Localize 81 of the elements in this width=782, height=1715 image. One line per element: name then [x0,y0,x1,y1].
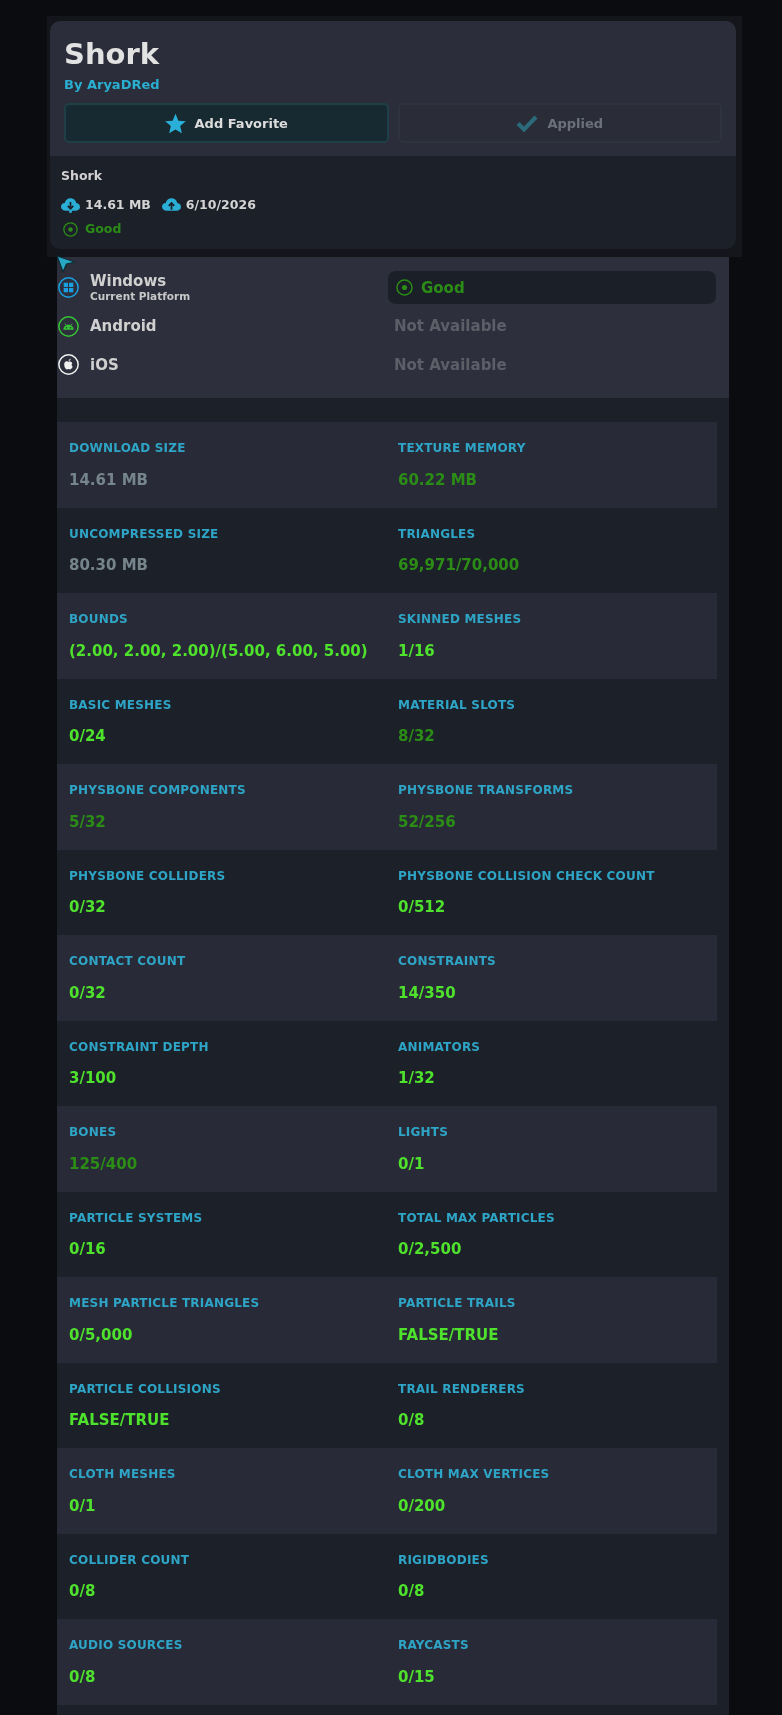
circle-dot-icon [63,221,78,237]
stat-value: 0/1 [398,1153,425,1174]
platform-subtitle: Current Platform [90,290,191,303]
stat-value: 60.22 MB [398,469,478,490]
stat-label: BOUNDS [69,611,128,628]
stat-label: UNCOMPRESSED SIZE [69,525,219,543]
stat-label: LIGHTS [398,1124,449,1141]
stat-label: TRIANGLES [398,525,476,543]
stat-value: 0/5,000 [69,1324,133,1345]
stat-label: MATERIAL SLOTS [398,696,516,714]
cursor-icon [56,255,76,273]
stat-label: PARTICLE COLLISIONS [69,1380,221,1398]
stat-value: 0/8 [398,1410,425,1430]
stat-value: 0/32 [69,897,106,917]
check-icon [516,114,539,132]
stat-label: BONES [69,1124,117,1141]
stat-label: TEXTURE MEMORY [398,440,526,457]
stat-label: SKINNED MESHES [398,611,522,628]
stat-value: 1/16 [398,640,435,661]
stat-label: BASIC MESHES [69,696,172,714]
stat-label: COLLIDER COUNT [69,1551,190,1569]
stat-label: PHYSBONE COLLISION CHECK COUNT [398,867,655,885]
stat-label: CLOTH MESHES [69,1466,176,1483]
upload-date: 6/10/2026 [185,196,256,214]
rating-text: Good [85,220,122,238]
stat-value: 1/32 [398,1068,435,1088]
author-link[interactable]: By AryaDRed [64,76,160,94]
stat-label: AUDIO SOURCES [69,1637,183,1654]
stat-value: 0/1 [69,1495,96,1516]
windows-icon [58,277,79,298]
stat-value: 14/350 [398,982,456,1003]
favorite-button[interactable]: Add Favorite [64,103,389,143]
stat-value: 80.30 MB [69,555,149,575]
stat-value: FALSE/TRUE [398,1324,499,1345]
stat-label: PARTICLE TRAILS [398,1295,516,1312]
stat-value: 0/16 [69,1239,106,1259]
platform-name: Android [90,317,157,335]
stat-value: 69,971/70,000 [398,555,520,575]
stat-value: 0/8 [398,1581,425,1601]
stat-label: TOTAL MAX PARTICLES [398,1209,555,1227]
download-size: 14.61 MB [85,196,151,214]
stat-label: CONTACT COUNT [69,953,186,970]
cloud-download-icon [61,197,80,213]
stat-label: TRAIL RENDERERS [398,1380,525,1398]
circle-dot-icon [396,279,413,296]
stat-value: 0/32 [69,982,106,1003]
stat-label: CLOTH MAX VERTICES [398,1466,550,1483]
version-name: Shork [61,167,102,185]
stat-value: 3/100 [69,1068,117,1088]
stat-value: FALSE/TRUE [69,1410,170,1430]
stat-value: 0/8 [69,1666,96,1687]
cloud-upload-icon [161,197,181,213]
stat-value: 0/15 [398,1666,435,1687]
stat-label: PARTICLE SYSTEMS [69,1209,203,1227]
stat-label: PHYSBONE COMPONENTS [69,782,246,799]
stat-value: 0/24 [69,726,106,746]
apple-icon [58,354,79,375]
stat-value: 14.61 MB [69,469,149,490]
stat-label: DOWNLOAD SIZE [69,440,186,457]
stat-label: ANIMATORS [398,1038,481,1056]
stat-value: (2.00, 2.00, 2.00)/(5.00, 6.00, 5.00) [69,640,368,661]
stat-label: RIGIDBODIES [398,1551,489,1569]
stat-value: 5/32 [69,811,106,832]
stat-label: PHYSBONE TRANSFORMS [398,782,574,799]
stat-value: 0/8 [69,1581,96,1601]
stat-value: 8/32 [398,726,435,746]
platform-name: iOS [90,355,119,374]
stat-value: 125/400 [69,1153,138,1174]
status-text: Good [421,278,465,297]
stat-value: 0/2,500 [398,1239,462,1259]
stat-label: CONSTRAINTS [398,953,496,970]
stat-label: RAYCASTS [398,1637,469,1654]
stat-value: 0/200 [398,1495,446,1516]
stat-label: MESH PARTICLE TRIANGLES [69,1295,260,1312]
platform-name: Windows [90,272,167,290]
stat-value: 52/256 [398,811,456,832]
stat-label: CONSTRAINT DEPTH [69,1038,209,1056]
stat-value: 0/512 [398,897,446,917]
avatar-title: Shork [64,37,160,71]
stat-label: PHYSBONE COLLIDERS [69,867,226,885]
star-icon [164,112,186,134]
